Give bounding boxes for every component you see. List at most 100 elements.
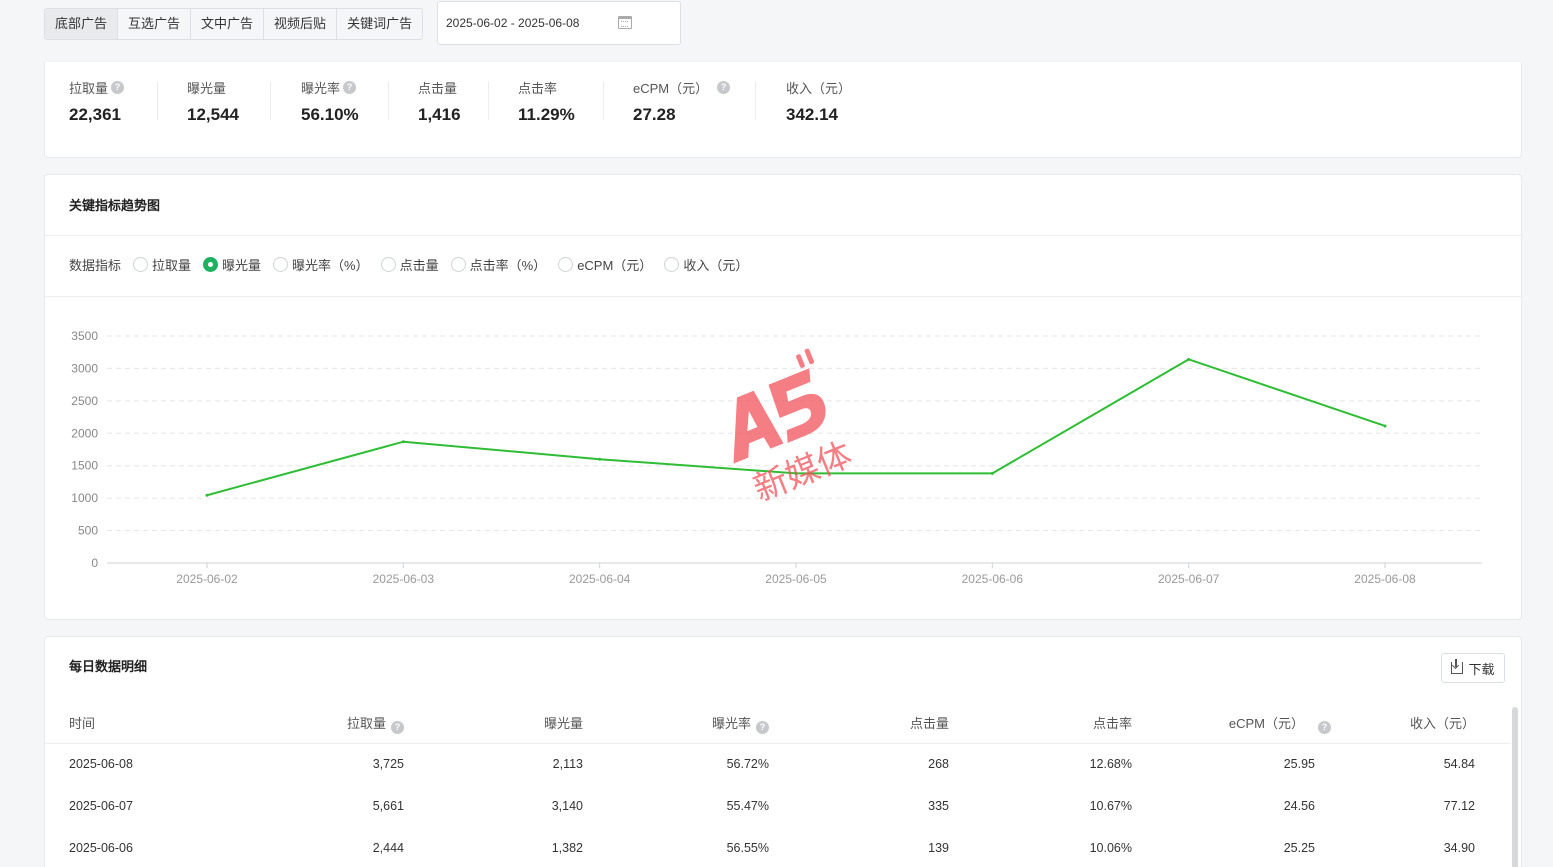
metric-selector-label: 数据指标	[69, 258, 122, 273]
radio-circle-icon	[664, 257, 680, 272]
x-tick-label: 2025-06-08	[1354, 572, 1416, 586]
metric-selector: 数据指标 拉取量 曝光量 曝光率（%） 点击量 点击率（%） eCPM（元） 收…	[69, 255, 760, 274]
cell-impression-rate: 55.47%	[726, 799, 769, 813]
divider	[270, 82, 271, 120]
y-tick-label: 1000	[71, 491, 98, 505]
data-point	[401, 440, 405, 444]
y-tick-label: 500	[78, 524, 98, 538]
table-row: 2025-06-08 3,725 2,113 56.72% 268 12.68% 25.95…	[45, 744, 1511, 785]
download-button[interactable]: 下载	[1441, 653, 1505, 683]
cell-ecpm: 25.25	[1283, 841, 1315, 855]
trend-chart-card: 关键指标趋势图 数据指标 拉取量 曝光量 曝光率（%） 点击量 点击率（%） e…	[44, 174, 1522, 620]
radio-circle-icon	[380, 257, 396, 272]
radio-clicks[interactable]: 点击量	[380, 255, 439, 274]
col-header-revenue: 收入（元）	[1409, 716, 1475, 731]
help-icon[interactable]: ?	[343, 81, 357, 94]
daily-detail-card: 每日数据明细 下载 时间 拉取量? 曝光量 曝光率? 点击量 点击率 eCPM（…	[44, 636, 1522, 867]
tab-keyword-ad[interactable]: 关键词广告	[337, 9, 422, 39]
divider	[488, 82, 489, 120]
radio-pull-count[interactable]: 拉取量	[133, 255, 191, 274]
data-point	[794, 471, 798, 475]
calendar-icon	[618, 16, 632, 29]
radio-ecpm[interactable]: eCPM（元）	[558, 255, 652, 274]
divider	[388, 82, 389, 120]
kpi-value: 12,544	[187, 105, 239, 124]
kpi-label: 拉取量	[69, 81, 109, 96]
tab-bottom-ad[interactable]: 底部广告	[45, 9, 119, 39]
divider	[603, 82, 604, 120]
kpi-value: 56.10%	[301, 105, 359, 124]
divider	[45, 235, 1521, 236]
cell-impression-rate: 56.55%	[726, 841, 769, 855]
kpi-summary-card: 拉取量? 22,361 曝光量 12,544 曝光率? 56.10% 点击量 1…	[44, 62, 1522, 158]
cell-ecpm: 24.56	[1283, 799, 1315, 813]
kpi-clicks: 点击量 1,416	[418, 78, 461, 125]
x-tick-label: 2025-06-06	[962, 572, 1024, 586]
trend-line-chart: 0 500 1000 1500 2000 2500 3000 3500 2025-06-02 20…	[71, 329, 1482, 586]
kpi-value: 27.28	[633, 105, 676, 124]
help-icon[interactable]: ?	[391, 721, 404, 734]
kpi-value: 342.14	[786, 105, 838, 124]
radio-impression-rate[interactable]: 曝光率（%）	[273, 255, 369, 274]
kpi-value: 22,361	[69, 105, 121, 124]
cell-impressions: 2,113	[552, 757, 583, 771]
cell-revenue: 34.90	[1443, 841, 1475, 855]
x-tick-label: 2025-06-04	[569, 572, 631, 586]
tab-in-article-ad[interactable]: 文中广告	[191, 9, 265, 39]
cell-ecpm: 25.95	[1283, 757, 1315, 771]
help-icon[interactable]: ?	[756, 721, 769, 734]
kpi-value: 1,416	[418, 105, 461, 124]
radio-label: 拉取量	[152, 258, 192, 273]
kpi-click-rate: 点击率 11.29%	[518, 78, 575, 125]
divider	[157, 82, 158, 120]
col-header-pull-count: 拉取量?	[347, 703, 404, 744]
kpi-ecpm: eCPM（元）? 27.28	[633, 78, 731, 125]
radio-impressions[interactable]: 曝光量	[203, 255, 261, 274]
y-tick-label: 2000	[71, 426, 98, 440]
y-tick-label: 1500	[71, 459, 98, 473]
help-icon[interactable]: ?	[111, 81, 125, 94]
kpi-impression-rate: 曝光率? 56.10%	[301, 78, 359, 125]
kpi-label: 点击率	[518, 81, 558, 96]
cell-clicks: 268	[928, 757, 949, 771]
radio-label: 点击率（%）	[469, 258, 547, 273]
download-label: 下载	[1468, 661, 1495, 677]
cell-clicks: 335	[928, 799, 949, 813]
help-icon[interactable]: ?	[717, 81, 731, 94]
daily-detail-title: 每日数据明细	[69, 659, 148, 674]
radio-circle-icon	[133, 257, 149, 272]
table-row: 2025-06-06 2,444 1,382 56.55% 139 10.06% 25.25…	[45, 828, 1511, 867]
y-tick-label: 3000	[71, 361, 98, 375]
table-scrollbar[interactable]	[1512, 707, 1518, 867]
cell-click-rate: 10.06%	[1089, 841, 1132, 855]
radio-circle-icon	[273, 257, 289, 272]
cell-click-rate: 10.67%	[1089, 799, 1132, 813]
data-point	[598, 457, 602, 461]
cell-revenue: 77.12	[1443, 799, 1475, 813]
radio-revenue[interactable]: 收入（元）	[664, 255, 748, 274]
cell-pull-count: 3,725	[372, 757, 404, 771]
date-range-picker[interactable]: 2025-06-02 - 2025-06-08	[437, 1, 681, 45]
y-tick-label: 3500	[71, 329, 98, 343]
x-tick-label: 2025-06-05	[765, 572, 827, 586]
col-header-clicks: 点击量	[909, 716, 949, 731]
kpi-value: 11.29%	[518, 105, 575, 124]
radio-label: 曝光率（%）	[292, 258, 369, 273]
radio-circle-icon	[558, 257, 574, 272]
table-header: 时间 拉取量? 曝光量 曝光率? 点击量 点击率 eCPM（元）? 收入（元）	[45, 703, 1511, 744]
table-row: 2025-06-07 5,661 3,140 55.47% 335 10.67% 24.56…	[45, 786, 1511, 827]
col-header-date: 时间	[69, 716, 96, 731]
tab-mutual-select-ad[interactable]: 互选广告	[118, 9, 192, 39]
divider	[755, 82, 756, 120]
kpi-label: 点击量	[418, 81, 458, 96]
radio-click-rate[interactable]: 点击率（%）	[450, 255, 547, 274]
x-tick-label: 2025-06-07	[1158, 572, 1220, 586]
download-icon	[1451, 659, 1464, 674]
cell-pull-count: 5,661	[372, 799, 404, 813]
help-icon[interactable]: ?	[1318, 721, 1331, 734]
cell-date: 2025-06-07	[69, 799, 133, 813]
col-header-impression-rate: 曝光率?	[712, 703, 769, 744]
radio-checked-icon	[203, 257, 219, 272]
tab-video-post-roll[interactable]: 视频后贴	[264, 9, 338, 39]
data-point	[990, 471, 994, 475]
